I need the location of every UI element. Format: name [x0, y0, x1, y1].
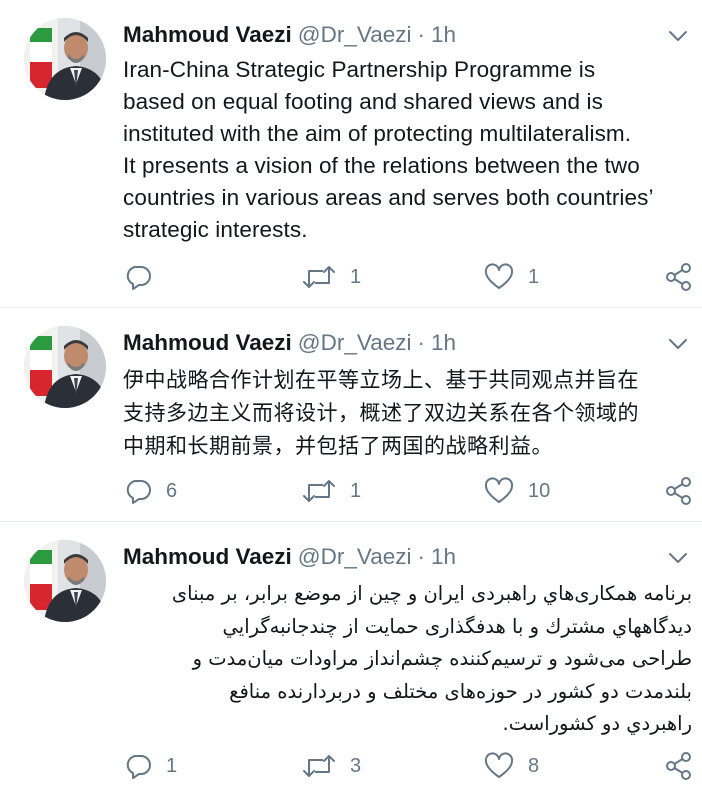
avatar[interactable] — [24, 18, 106, 100]
reply-icon — [126, 266, 151, 290]
like-button[interactable]: 1 — [484, 262, 539, 292]
timestamp[interactable]: 1h — [431, 330, 456, 355]
chevron-down-icon[interactable] — [666, 24, 690, 48]
share-icon — [666, 477, 691, 505]
retweet-button[interactable]: 1 — [302, 262, 361, 292]
retweet-icon — [303, 266, 335, 288]
reply-button[interactable] — [124, 262, 166, 292]
chevron-down-icon[interactable] — [666, 546, 690, 570]
avatar[interactable] — [24, 326, 106, 408]
like-count: 10 — [528, 480, 551, 502]
tweet-text: برنامه همکاری‌هاي راهبردی ايران و چين از… — [171, 582, 692, 735]
heart-icon — [484, 752, 514, 778]
retweet-count: 3 — [350, 755, 362, 777]
heart-icon — [484, 263, 514, 289]
action-bar: 1 3 8 — [0, 751, 702, 781]
retweet-count: 1 — [350, 266, 362, 288]
timestamp[interactable]: 1h — [431, 544, 456, 569]
like-button[interactable]: 8 — [484, 751, 539, 781]
author-handle[interactable]: @Dr_Vaezi — [298, 22, 412, 47]
separator-dot: · — [417, 22, 426, 47]
action-bar: 6 1 10 — [0, 476, 702, 506]
tweet[interactable]: Mahmoud Vaezi @Dr_Vaezi · 1h 伊中战略合作计划在平等立场上… — [0, 308, 702, 522]
author-name[interactable]: Mahmoud Vaezi — [123, 544, 292, 569]
retweet-icon — [303, 755, 335, 777]
heart-icon — [484, 477, 514, 503]
separator-dot: · — [417, 544, 426, 569]
chevron-down-icon[interactable] — [666, 332, 690, 356]
like-count: 1 — [528, 266, 540, 288]
reply-icon — [126, 480, 151, 504]
share-button[interactable] — [665, 262, 693, 292]
tweet[interactable]: Mahmoud Vaezi @Dr_Vaezi · 1h برنامه همکاری‌… — [0, 522, 702, 794]
retweet-count: 1 — [350, 480, 362, 502]
tweet-header: Mahmoud Vaezi @Dr_Vaezi · 1h — [123, 328, 456, 358]
author-name[interactable]: Mahmoud Vaezi — [123, 22, 292, 47]
tweet-header: Mahmoud Vaezi @Dr_Vaezi · 1h — [123, 20, 456, 50]
author-name[interactable]: Mahmoud Vaezi — [123, 330, 292, 355]
author-handle[interactable]: @Dr_Vaezi — [298, 544, 412, 569]
share-icon — [666, 752, 691, 780]
share-button[interactable] — [665, 476, 693, 506]
share-icon — [666, 263, 691, 291]
tweet-header: Mahmoud Vaezi @Dr_Vaezi · 1h — [123, 542, 456, 572]
reply-icon — [126, 755, 151, 779]
reply-count: 6 — [166, 480, 178, 502]
retweet-icon — [303, 480, 335, 502]
like-count: 8 — [528, 755, 540, 777]
share-button[interactable] — [665, 751, 693, 781]
avatar[interactable] — [24, 540, 106, 622]
action-bar: 1 1 — [0, 262, 702, 292]
retweet-button[interactable]: 1 — [302, 476, 361, 506]
tweet-text: Iran-China Strategic Partnership Program… — [123, 57, 654, 242]
separator-dot: · — [417, 330, 426, 355]
reply-button[interactable]: 6 — [124, 476, 177, 506]
author-handle[interactable]: @Dr_Vaezi — [298, 330, 412, 355]
reply-button[interactable]: 1 — [124, 751, 177, 781]
tweet[interactable]: Mahmoud Vaezi @Dr_Vaezi · 1h Iran-China Str… — [0, 0, 702, 308]
timestamp[interactable]: 1h — [431, 22, 456, 47]
retweet-button[interactable]: 3 — [302, 751, 361, 781]
tweet-text: 伊中战略合作计划在平等立场上、基于共同观点并旨在 支持多边主义而将设计，概述了双… — [123, 368, 639, 458]
reply-count: 1 — [166, 755, 178, 777]
like-button[interactable]: 10 — [484, 476, 550, 506]
